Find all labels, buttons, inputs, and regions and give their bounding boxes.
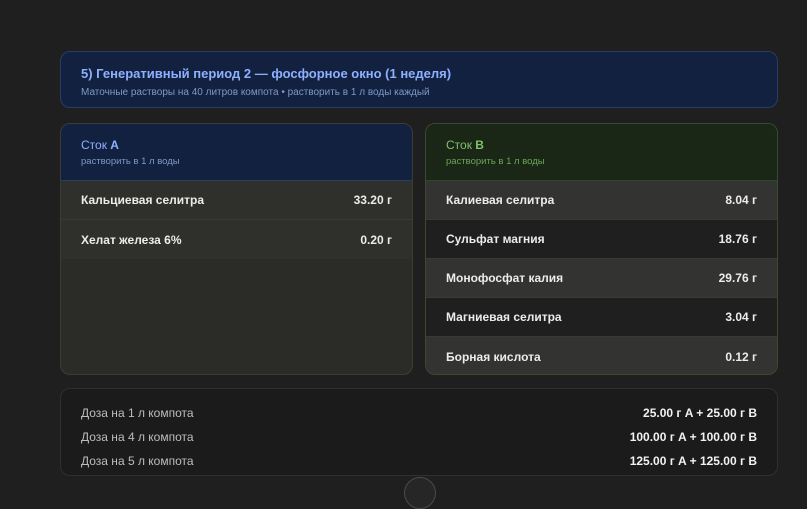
stock-a-card: Сток A растворить в 1 л воды Кальциевая … bbox=[60, 123, 413, 375]
ingredient-name: Хелат железа 6% bbox=[81, 232, 182, 247]
dose-row: Доза на 5 л компота 125.00 г A + 125.00 … bbox=[81, 449, 757, 473]
dose-value: 125.00 г A + 125.00 г B bbox=[629, 454, 757, 468]
scroll-down-button[interactable] bbox=[404, 477, 436, 509]
phase-header: 5) Генеративный период 2 — фосфорное окн… bbox=[60, 51, 778, 108]
stock-a-row: Кальциевая селитра 33.20 г bbox=[61, 181, 412, 220]
dose-row: Доза на 4 л компота 100.00 г A + 100.00 … bbox=[81, 425, 757, 449]
ingredient-amount: 8.04 г bbox=[725, 193, 757, 207]
ingredient-name: Кальциевая селитра bbox=[81, 193, 205, 207]
ingredient-name: Магниевая селитра bbox=[446, 310, 562, 324]
stock-b-header: Сток B растворить в 1 л воды bbox=[426, 124, 777, 181]
ingredient-name: Сульфат магния bbox=[446, 232, 545, 246]
stock-b-row: Калиевая селитра 8.04 г bbox=[426, 181, 777, 220]
ingredient-amount: 0.12 г bbox=[725, 349, 757, 364]
ingredient-amount: 29.76 г bbox=[718, 271, 757, 285]
dose-label: Доза на 5 л компота bbox=[81, 454, 194, 468]
stock-b-title: Сток B bbox=[446, 138, 484, 152]
dose-value: 25.00 г A + 25.00 г B bbox=[643, 406, 757, 420]
stock-a-title: Сток A bbox=[81, 138, 119, 152]
dose-row: Доза на 1 л компота 25.00 г A + 25.00 г … bbox=[81, 401, 757, 425]
stock-b-row: Магниевая селитра 3.04 г bbox=[426, 298, 777, 337]
ingredient-amount: 18.76 г bbox=[718, 232, 757, 246]
dose-summary: Доза на 1 л компота 25.00 г A + 25.00 г … bbox=[60, 388, 778, 476]
stock-a-row: Хелат железа 6% 0.20 г bbox=[61, 220, 412, 259]
ingredient-name: Борная кислота bbox=[446, 349, 541, 364]
ingredient-amount: 33.20 г bbox=[353, 193, 392, 207]
phase-title: 5) Генеративный период 2 — фосфорное окн… bbox=[81, 66, 452, 81]
stock-b-row: Борная кислота 0.12 г bbox=[426, 337, 777, 374]
dose-value: 100.00 г A + 100.00 г B bbox=[629, 430, 757, 444]
stock-a-header: Сток A растворить в 1 л воды bbox=[61, 124, 412, 181]
ingredient-amount: 0.20 г bbox=[360, 232, 392, 247]
dose-label: Доза на 1 л компота bbox=[81, 406, 194, 420]
stock-b-subtitle: растворить в 1 л воды bbox=[446, 156, 545, 167]
ingredient-name: Калиевая селитра bbox=[446, 193, 555, 207]
ingredient-name: Монофосфат калия bbox=[446, 271, 564, 285]
stock-b-card: Сток B растворить в 1 л воды Калиевая се… bbox=[425, 123, 778, 375]
ingredient-amount: 3.04 г bbox=[725, 310, 757, 324]
stock-a-subtitle: растворить в 1 л воды bbox=[81, 156, 180, 167]
stock-b-row: Сульфат магния 18.76 г bbox=[426, 220, 777, 259]
stock-b-row: Монофосфат калия 29.76 г bbox=[426, 259, 777, 298]
phase-subtitle: Маточные растворы на 40 литров компота •… bbox=[81, 87, 430, 98]
dose-label: Доза на 4 л компота bbox=[81, 430, 194, 444]
